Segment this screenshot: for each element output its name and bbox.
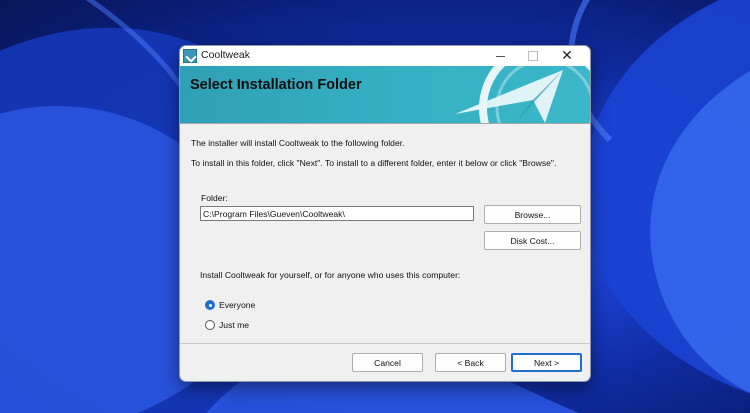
radio-unchecked-icon[interactable]: [205, 320, 215, 330]
radio-just-me-label: Just me: [219, 320, 250, 330]
minimize-icon: [495, 55, 505, 57]
radio-everyone-label: Everyone: [219, 300, 256, 310]
title-bar[interactable]: Cooltweak ✕: [180, 46, 590, 66]
footer-divider: [180, 343, 590, 344]
maximize-icon: [528, 51, 538, 61]
maximize-button[interactable]: [517, 46, 549, 66]
header-banner: Select Installation Folder: [180, 66, 590, 124]
radio-checked-icon[interactable]: [205, 300, 215, 310]
disk-cost-button[interactable]: Disk Cost...: [484, 231, 581, 250]
next-button[interactable]: Next >: [511, 353, 582, 372]
window-title: Cooltweak: [201, 49, 251, 61]
browse-button[interactable]: Browse...: [484, 205, 581, 224]
cooltweak-app-icon: [183, 49, 197, 63]
intro-text-2: To install in this folder, click "Next".…: [191, 158, 557, 168]
radio-just-me[interactable]: Just me: [205, 320, 249, 330]
radio-everyone[interactable]: Everyone: [205, 300, 255, 310]
cooltweak-logo-graphic: [455, 66, 590, 123]
installer-window: Cooltweak ✕ Select Installation Folder T…: [179, 45, 591, 382]
minimize-button[interactable]: [484, 46, 516, 66]
cancel-button[interactable]: Cancel: [352, 353, 423, 372]
back-button[interactable]: < Back: [435, 353, 506, 372]
folder-path-input[interactable]: [200, 206, 474, 221]
close-icon: ✕: [561, 48, 573, 64]
folder-label: Folder:: [201, 193, 228, 203]
page-title: Select Installation Folder: [190, 77, 362, 93]
intro-text-1: The installer will install Cooltweak to …: [191, 138, 405, 148]
close-button[interactable]: ✕: [551, 46, 583, 66]
install-for-prompt: Install Cooltweak for yourself, or for a…: [200, 270, 461, 280]
